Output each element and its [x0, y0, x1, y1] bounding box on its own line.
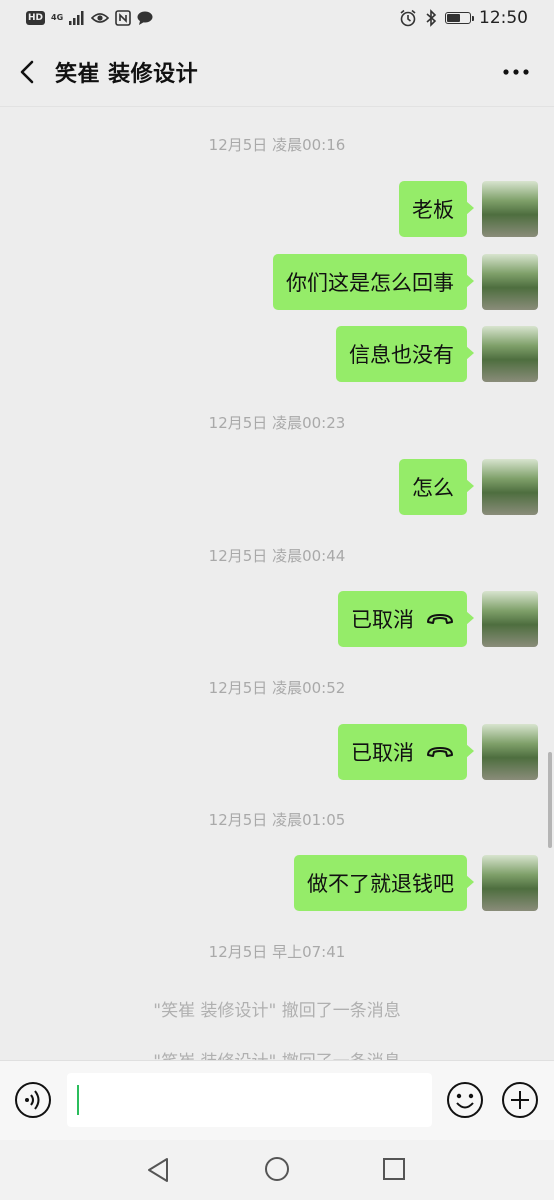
recall-notice: "笑崔 装修设计" 撤回了一条消息 — [153, 1001, 401, 1021]
call-status-text: 已取消 — [351, 608, 414, 632]
message-row: 你们这是怎么回事 — [273, 254, 538, 310]
battery-icon — [445, 12, 474, 24]
status-left: HD 4G — [26, 10, 153, 26]
recall-notice: "笑崔 装修设计" 撤回了一条消息 — [0, 1047, 554, 1060]
chat-bubble-icon — [137, 11, 153, 25]
message-bubble[interactable]: 你们这是怎么回事 — [273, 254, 474, 310]
avatar[interactable] — [482, 855, 538, 911]
eye-icon — [91, 13, 110, 23]
message-row: 信息也没有 — [336, 326, 538, 382]
phone-hangup-icon — [427, 614, 453, 624]
signal-icon — [69, 11, 84, 25]
call-bubble[interactable]: 已取消 — [338, 591, 474, 647]
avatar[interactable] — [482, 326, 538, 382]
nfc-icon — [115, 10, 131, 26]
chat-header: 笑崔 装修设计 — [0, 38, 554, 107]
status-right: 12:50 — [399, 8, 528, 28]
timestamp: 12月5日 凌晨00:16 — [208, 136, 346, 154]
hd-badge: HD — [26, 11, 46, 25]
status-bar: HD 4G 12:50 — [0, 0, 554, 38]
message-bubble[interactable]: 信息也没有 — [336, 326, 474, 382]
message-text: 老板 — [412, 198, 454, 222]
message-input[interactable] — [67, 1073, 432, 1127]
avatar[interactable] — [482, 591, 538, 647]
nav-back-icon[interactable] — [146, 1157, 170, 1183]
message-text: 你们这是怎么回事 — [286, 271, 454, 295]
timestamp: 12月5日 早上07:41 — [208, 943, 346, 961]
timestamp: 12月5日 凌晨00:23 — [208, 414, 346, 432]
avatar[interactable] — [482, 181, 538, 237]
message-row: 已取消 — [338, 591, 538, 647]
message-row: 做不了就退钱吧 — [294, 855, 538, 911]
avatar[interactable] — [482, 254, 538, 310]
message-row: 怎么 — [399, 459, 538, 515]
message-bubble[interactable]: 怎么 — [399, 459, 474, 515]
scrollbar[interactable] — [548, 752, 552, 848]
message-text: 信息也没有 — [349, 343, 454, 367]
message-row: 老板 — [399, 181, 538, 237]
emoji-icon[interactable] — [446, 1081, 484, 1119]
chat-title: 笑崔 装修设计 — [55, 62, 199, 87]
message-bubble[interactable]: 老板 — [399, 181, 474, 237]
alarm-icon — [400, 9, 416, 27]
message-bubble[interactable]: 做不了就退钱吧 — [294, 855, 474, 911]
plus-icon[interactable] — [501, 1081, 539, 1119]
clock: 12:50 — [479, 8, 528, 28]
phone-hangup-icon — [427, 747, 453, 757]
nav-recent-icon[interactable] — [383, 1158, 405, 1180]
text-cursor — [77, 1085, 79, 1115]
message-list[interactable]: 12月5日 凌晨00:16 老板 你们这是怎么回事 信息也没有 12月5日 凌晨… — [0, 107, 554, 1060]
message-row: 已取消 — [338, 724, 538, 780]
message-text: 做不了就退钱吧 — [307, 872, 454, 896]
call-status-text: 已取消 — [351, 741, 414, 765]
bluetooth-icon — [426, 9, 437, 27]
more-dots-icon[interactable] — [500, 62, 532, 82]
timestamp: 12月5日 凌晨01:05 — [208, 811, 346, 829]
avatar[interactable] — [482, 724, 538, 780]
system-nav-bar — [0, 1140, 554, 1200]
chevron-left-icon[interactable] — [14, 58, 42, 86]
battery-level — [447, 14, 460, 22]
network-type: 4G — [51, 13, 64, 22]
call-bubble[interactable]: 已取消 — [338, 724, 474, 780]
voice-icon[interactable] — [14, 1081, 52, 1119]
nav-home-icon[interactable] — [264, 1156, 290, 1182]
message-text: 怎么 — [412, 476, 454, 500]
timestamp: 12月5日 凌晨00:44 — [208, 547, 346, 565]
timestamp: 12月5日 凌晨00:52 — [208, 679, 346, 697]
avatar[interactable] — [482, 459, 538, 515]
input-bar — [0, 1060, 554, 1141]
